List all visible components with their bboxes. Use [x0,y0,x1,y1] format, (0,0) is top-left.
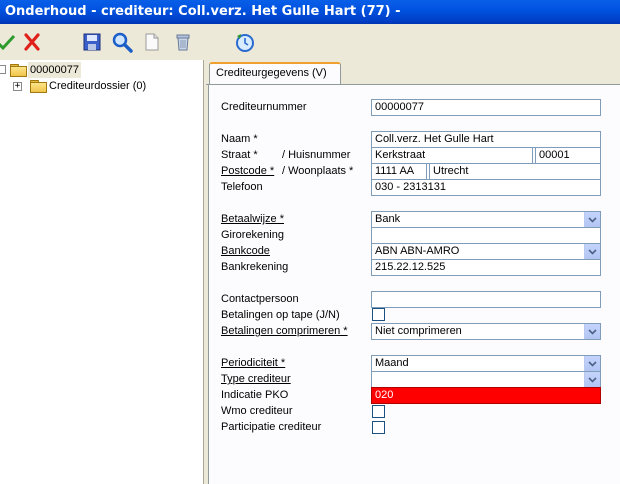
chevron-down-icon[interactable] [584,244,600,259]
folder-icon [30,80,47,93]
field-contactpersoon[interactable] [371,291,601,308]
chevron-down-icon[interactable] [584,356,600,371]
field-naam[interactable]: Coll.verz. Het Gulle Hart [371,131,601,148]
field-straat[interactable]: Kerkstraat [371,147,533,164]
label-betalingen-tape: Betalingen op tape (J/N) [221,309,340,321]
save-icon [83,33,101,51]
window-title: Onderhoud - crediteur: Coll.verz. Het Gu… [0,0,620,24]
checkbox-betalingen-tape[interactable] [372,308,385,321]
search-button[interactable] [110,30,134,54]
label-contactpersoon: Contactpersoon [221,293,299,305]
field-huisnummer[interactable]: 00001 [535,147,601,164]
label-telefoon: Telefoon [221,181,263,193]
tree-node-label: 00000077 [28,62,81,78]
label-postcode-text: Postcode * [221,165,275,177]
select-betaalwijze[interactable]: Bank [371,211,601,228]
label-bankrekening: Bankrekening [221,261,289,273]
field-postcode[interactable]: 1111 AA [371,163,427,180]
select-periodiciteit-value: Maand [375,357,409,369]
select-betaalwijze-value: Bank [375,213,401,225]
label-type-crediteur: Type crediteur [221,373,291,385]
refresh-button[interactable] [233,30,257,54]
label-periodiciteit: Periodiciteit * [221,357,286,369]
new-button[interactable] [140,30,164,54]
select-bankcode-value: ABN ABN-AMRO [375,245,460,257]
label-woonplaats: / Woonplaats * [282,165,354,177]
form-area: Crediteurnummer 00000077 Naam * Coll.ver… [208,85,620,484]
label-indicatie-pko: Indicatie PKO [221,389,289,401]
select-type-crediteur[interactable] [371,371,601,388]
refresh-icon [236,34,254,52]
label-betalingen-comprimeren: Betalingen comprimeren * [221,325,348,337]
label-betaalwijze: Betaalwijze * [221,213,284,225]
detail-panel: Crediteurgegevens (V) Crediteurnummer 00… [206,60,620,484]
label-postcode: Postcode * [221,164,274,178]
chevron-down-icon[interactable] [584,372,600,387]
label-huisnummer: / Huisnummer [282,149,351,161]
chevron-down-icon[interactable] [584,212,600,227]
label-bankcode: Bankcode [221,245,270,257]
label-naam: Naam * [221,133,258,145]
chevron-down-icon[interactable] [584,324,600,339]
tree-expander[interactable] [0,65,6,74]
field-indicatie-pko[interactable]: 020 [371,387,601,404]
search-icon [112,32,133,53]
checkbox-wmo-crediteur[interactable] [372,405,385,418]
label-girorekening: Girorekening [221,229,284,241]
select-periodiciteit[interactable]: Maand [371,355,601,372]
checkbox-participatie-crediteur[interactable] [372,421,385,434]
confirm-button[interactable] [0,30,18,54]
document-icon [145,33,159,51]
field-woonplaats[interactable]: Utrecht [429,163,601,180]
label-participatie-crediteur: Participatie crediteur [221,421,322,433]
select-betalingen-comprimeren-value: Niet comprimeren [375,325,462,337]
field-girorekening[interactable] [371,227,601,244]
delete-button[interactable] [171,30,195,54]
field-telefoon[interactable]: 030 - 2313131 [371,179,601,196]
label-crediteurnummer: Crediteurnummer [221,101,307,113]
select-bankcode[interactable]: ABN ABN-AMRO [371,243,601,260]
tree-node-label: Crediteurdossier (0) [49,80,147,92]
field-bankrekening[interactable]: 215.22.12.525 [371,259,601,276]
field-crediteurnummer[interactable]: 00000077 [371,99,601,116]
tree-node-crediteurdossier[interactable]: + Crediteurdossier (0) [0,78,200,94]
label-wmo-crediteur: Wmo crediteur [221,405,293,417]
folder-open-icon [10,64,27,77]
label-straat: Straat * [221,149,258,161]
save-button[interactable] [80,30,104,54]
tree-expander[interactable]: + [13,82,22,91]
toolbar [0,24,620,60]
trash-icon [176,34,190,51]
cancel-button[interactable] [20,30,44,54]
tree-panel: 00000077 + Crediteurdossier (0) [0,60,204,484]
select-betalingen-comprimeren[interactable]: Niet comprimeren [371,323,601,340]
tab-crediteurgegevens[interactable]: Crediteurgegevens (V) [209,62,341,84]
close-icon [24,33,40,51]
check-icon [0,34,16,51]
